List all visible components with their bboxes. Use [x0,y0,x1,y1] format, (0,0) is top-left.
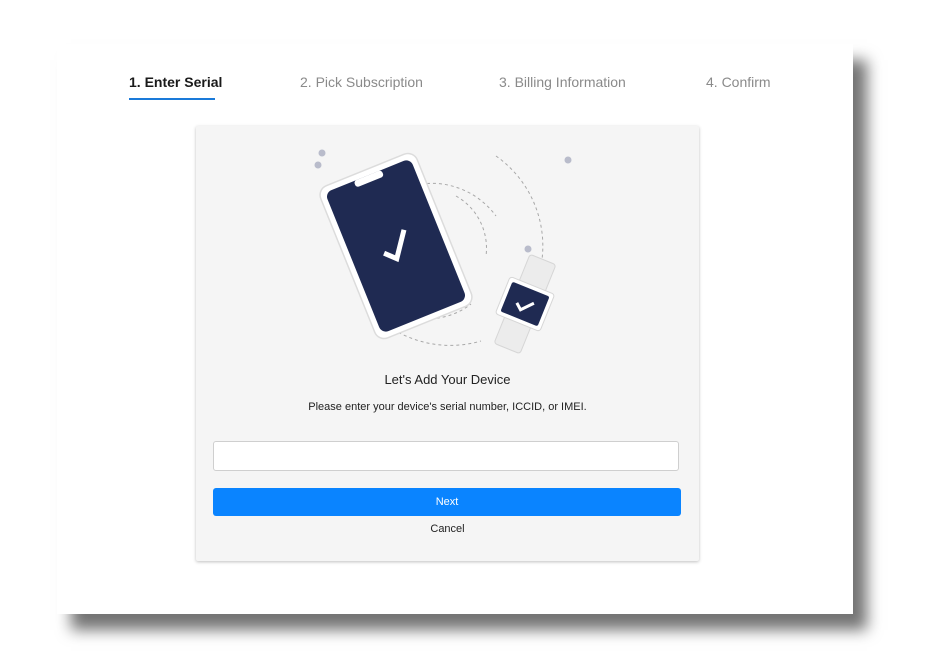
step-enter-serial[interactable]: 1. Enter Serial [129,74,222,90]
decor-dot [564,156,572,164]
next-button[interactable]: Next [213,488,681,516]
add-device-card: Let's Add Your Device Please enter your … [196,126,699,561]
step-confirm[interactable]: 4. Confirm [706,74,771,90]
stepper: 1. Enter Serial 2. Pick Subscription 3. … [57,74,853,114]
step-billing-information[interactable]: 3. Billing Information [499,74,626,90]
decor-dot [314,161,322,169]
step-pick-subscription[interactable]: 2. Pick Subscription [300,74,423,90]
setup-wizard-page: 1. Enter Serial 2. Pick Subscription 3. … [57,44,853,614]
cancel-link[interactable]: Cancel [196,523,699,535]
decor-dot [524,245,532,253]
active-step-indicator [129,98,215,100]
device-illustration [314,149,572,354]
card-title: Let's Add Your Device [384,372,511,387]
card-instructions: Please enter your device's serial number… [308,401,587,413]
decor-dot [318,149,326,157]
smartwatch-icon [494,254,556,354]
phone-icon [319,152,473,340]
serial-number-input[interactable] [213,441,679,471]
